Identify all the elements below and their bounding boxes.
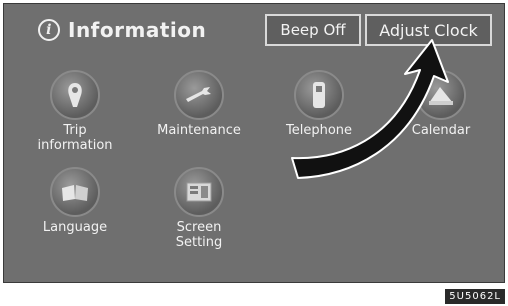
adjust-clock-button[interactable]: Adjust Clock bbox=[365, 14, 492, 46]
telephone-icon bbox=[294, 70, 344, 120]
book-icon bbox=[50, 167, 100, 217]
menu-item-screen-setting[interactable]: Screen Setting bbox=[154, 167, 244, 250]
menu-item-maintenance[interactable]: Maintenance bbox=[154, 70, 244, 138]
screen: i Information Beep Off Adjust Clock Trip… bbox=[3, 3, 505, 283]
menu-item-label: Language bbox=[42, 220, 108, 235]
calendar-icon bbox=[416, 70, 466, 120]
figure-code: 5U5062L bbox=[445, 289, 505, 304]
trip-icon bbox=[50, 70, 100, 120]
menu-item-label: Telephone bbox=[285, 123, 353, 138]
info-icon: i bbox=[38, 19, 60, 41]
menu-item-telephone[interactable]: Telephone bbox=[274, 70, 364, 138]
page-title: i Information bbox=[38, 18, 206, 42]
menu-item-trip-information[interactable]: Trip information bbox=[30, 70, 120, 153]
menu-item-label: Calendar bbox=[411, 123, 471, 138]
menu-item-calendar[interactable]: Calendar bbox=[396, 70, 486, 138]
menu-item-label: Screen Setting bbox=[175, 220, 223, 250]
beep-off-button[interactable]: Beep Off bbox=[265, 14, 361, 46]
wrench-icon bbox=[174, 70, 224, 120]
screen-icon bbox=[174, 167, 224, 217]
menu-item-language[interactable]: Language bbox=[30, 167, 120, 235]
menu-item-label: Trip information bbox=[37, 123, 113, 153]
menu-item-label: Maintenance bbox=[157, 123, 241, 138]
page-title-text: Information bbox=[68, 18, 207, 42]
